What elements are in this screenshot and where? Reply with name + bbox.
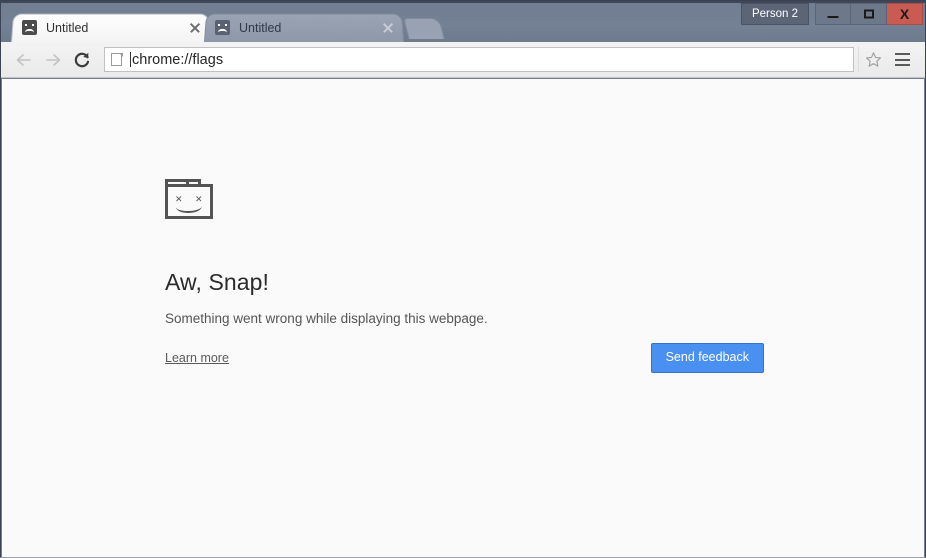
tab-untitled-1[interactable]: Untitled [11,13,211,42]
page-viewport: ✕ ✕ Aw, Snap! Something went wrong while… [2,79,924,557]
right-eye-icon: ✕ [195,194,203,204]
page-title: Aw, Snap! [165,269,270,295]
address-bar[interactable]: chrome://flags [104,47,854,72]
left-eye-icon: ✕ [175,194,183,204]
error-actions: Learn more Send feedback [165,343,764,373]
hamburger-bar [894,53,910,56]
sad-page-favicon-icon [215,20,230,35]
sad-page-favicon-icon [22,20,37,35]
star-icon [865,52,881,67]
back-arrow-icon [16,53,31,66]
tab-content: Untitled [22,20,203,36]
browser-toolbar: chrome://flags [1,42,925,78]
tab-untitled-2[interactable]: Untitled [204,13,404,42]
tab-close-icon[interactable] [380,20,396,36]
send-feedback-button[interactable]: Send feedback [650,343,764,373]
tab-title: Untitled [46,20,89,35]
chrome-menu-button[interactable] [887,45,917,74]
text-caret [130,52,131,67]
sad-page-icon: ✕ ✕ [165,179,213,219]
page-description: Something went wrong while displaying th… [165,311,488,326]
reload-button[interactable] [67,45,96,74]
forward-button[interactable] [38,45,67,74]
hamburger-bar [894,63,910,66]
address-bar-value[interactable]: chrome://flags [132,52,223,68]
tab-title: Untitled [239,20,282,35]
forward-arrow-icon [45,53,60,66]
new-tab-button[interactable] [403,18,445,39]
back-button[interactable] [9,45,38,74]
bookmark-button[interactable] [858,47,887,72]
tab-close-icon[interactable] [187,20,203,36]
reload-icon [74,52,89,67]
learn-more-link[interactable]: Learn more [165,351,229,365]
tab-content: Untitled [215,20,396,36]
tab-strip: Untitled Untitled [1,12,925,42]
document-icon [111,52,124,67]
title-bar: Person 2 X Untitled Untitled [1,1,925,42]
hamburger-bar [894,58,910,61]
browser-window: Person 2 X Untitled Untitled chrome://fl… [0,0,926,558]
error-page-block: ✕ ✕ Aw, Snap! Something went wrong while… [165,179,765,326]
